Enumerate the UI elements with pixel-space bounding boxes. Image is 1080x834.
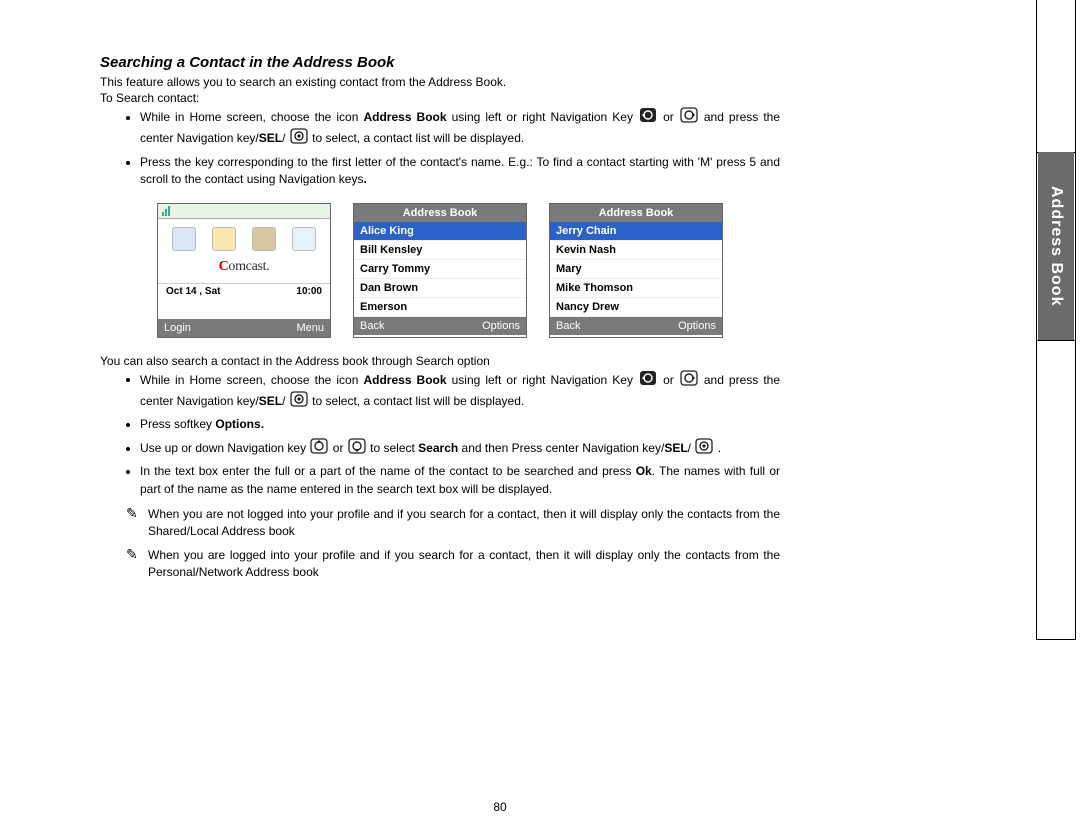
bullet-6: In the text box enter the full or a part…	[140, 463, 780, 498]
home-app-icon	[252, 227, 276, 251]
list-item: Nancy Drew	[550, 298, 722, 317]
instruction-list-2: While in Home screen, choose the icon Ad…	[100, 370, 780, 498]
list-item: Bill Kensley	[354, 241, 526, 260]
note-2: ✎ When you are logged into your profile …	[126, 547, 780, 582]
nav-right-icon	[680, 107, 698, 128]
softkey-left: Login	[164, 322, 191, 334]
list-item: Emerson	[354, 298, 526, 317]
list-item: Alice King	[354, 222, 526, 241]
bullet-5: Use up or down Navigation key or to sele…	[140, 438, 780, 459]
nav-center-icon	[290, 128, 308, 149]
page-heading: Searching a Contact in the Address Book	[100, 54, 780, 71]
softkey-right: Menu	[296, 322, 324, 334]
bullet-4: Press softkey Options.	[140, 416, 780, 433]
softkey-left: Back	[360, 320, 384, 332]
nav-left-icon	[639, 107, 657, 128]
page-number: 80	[0, 800, 1000, 814]
softkey-right: Options	[678, 320, 716, 332]
softkey-right: Options	[482, 320, 520, 332]
nav-center-icon	[290, 391, 308, 412]
note-1: ✎ When you are not logged into your prof…	[126, 506, 780, 541]
mid-paragraph: You can also search a contact in the Add…	[100, 354, 780, 368]
list-item: Dan Brown	[354, 279, 526, 298]
bullet-2: Press the key corresponding to the first…	[140, 154, 780, 189]
screenshot-home: Comcast. Oct 14 , Sat 10:00 Login Menu	[157, 203, 331, 338]
screenshot-list-2: Address Book Jerry Chain Kevin Nash Mary…	[549, 203, 723, 338]
nav-up-icon	[310, 438, 328, 459]
contact-list: Jerry Chain Kevin Nash Mary Mike Thomson…	[550, 222, 722, 317]
home-app-icon	[172, 227, 196, 251]
screenshot-row: Comcast. Oct 14 , Sat 10:00 Login Menu A…	[100, 203, 780, 338]
status-bar	[158, 204, 330, 219]
softkey-left: Back	[556, 320, 580, 332]
bullet-3: While in Home screen, choose the icon Ad…	[140, 370, 780, 413]
side-tab-label: Address Book	[1038, 152, 1074, 340]
list-item: Kevin Nash	[550, 241, 722, 260]
list-item: Mary	[550, 260, 722, 279]
screenshot-list-1: Address Book Alice King Bill Kensley Car…	[353, 203, 527, 338]
nav-right-icon	[680, 370, 698, 391]
nav-left-icon	[639, 370, 657, 391]
pencil-icon: ✎	[126, 548, 148, 565]
side-tab: Address Book	[1036, 0, 1076, 640]
list-item: Carry Tommy	[354, 260, 526, 279]
contact-list: Alice King Bill Kensley Carry Tommy Dan …	[354, 222, 526, 317]
brand-logo: Comcast.	[158, 259, 330, 275]
list-item: Mike Thomson	[550, 279, 722, 298]
home-date: Oct 14 , Sat	[166, 286, 220, 297]
home-app-icon	[212, 227, 236, 251]
screen-title: Address Book	[354, 204, 526, 222]
screen-title: Address Book	[550, 204, 722, 222]
intro-line-2: To Search contact:	[100, 91, 780, 105]
nav-center-icon	[695, 438, 713, 459]
list-item: Jerry Chain	[550, 222, 722, 241]
home-app-icon	[292, 227, 316, 251]
nav-down-icon	[348, 438, 366, 459]
bullet-1: While in Home screen, choose the icon Ad…	[140, 107, 780, 150]
instruction-list-1: While in Home screen, choose the icon Ad…	[100, 107, 780, 189]
signal-icon	[162, 206, 172, 216]
pencil-icon: ✎	[126, 507, 148, 524]
home-time: 10:00	[296, 286, 322, 297]
intro-line-1: This feature allows you to search an exi…	[100, 75, 780, 89]
page-content: Searching a Contact in the Address Book …	[0, 0, 870, 581]
